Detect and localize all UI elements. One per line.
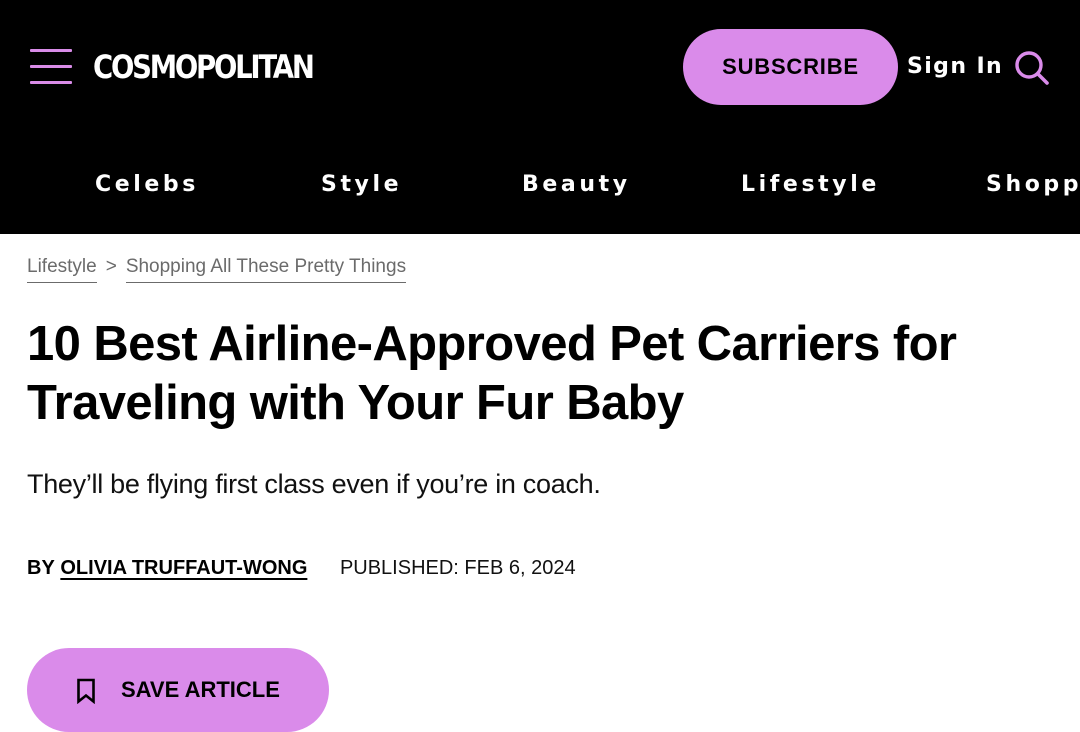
nav-item-celebs[interactable]: Celebs bbox=[95, 168, 199, 202]
breadcrumb-shopping[interactable]: Shopping All These Pretty Things bbox=[125, 255, 407, 283]
sign-in-link[interactable]: Sign In bbox=[907, 52, 1003, 82]
nav-item-style[interactable]: Style bbox=[321, 168, 402, 202]
byline-prefix: BY bbox=[27, 557, 55, 579]
subscribe-button[interactable]: SUBSCRIBE bbox=[683, 29, 898, 105]
site-logo[interactable]: COSMOPOLITAN bbox=[93, 47, 315, 87]
nav-item-lifestyle[interactable]: Lifestyle bbox=[741, 168, 880, 202]
hamburger-menu-icon[interactable] bbox=[30, 46, 72, 86]
site-header: COSMOPOLITAN SUBSCRIBE Sign In Celebs St… bbox=[0, 0, 1080, 234]
breadcrumb-lifestyle[interactable]: Lifestyle bbox=[27, 255, 97, 283]
byline: BY OLIVIA TRUFFAUT-WONG PUBLISHED: FEB 6… bbox=[27, 555, 576, 581]
nav-item-beauty[interactable]: Beauty bbox=[522, 168, 631, 202]
published-date: PUBLISHED: FEB 6, 2024 bbox=[339, 557, 576, 579]
author-link[interactable]: OLIVIA TRUFFAUT-WONG bbox=[60, 557, 307, 579]
breadcrumb-separator: > bbox=[105, 256, 117, 277]
main-nav: Celebs Style Beauty Lifestyle Shoppi bbox=[0, 168, 1080, 204]
bookmark-icon bbox=[76, 678, 96, 705]
breadcrumb: Lifestyle > Shopping All These Pretty Th… bbox=[27, 255, 407, 287]
save-article-button[interactable]: SAVE ARTICLE bbox=[27, 648, 329, 732]
article-title: 10 Best Airline-Approved Pet Carriers fo… bbox=[27, 317, 957, 430]
save-article-label: SAVE ARTICLE bbox=[121, 677, 280, 702]
nav-item-shopping[interactable]: Shoppi bbox=[986, 168, 1080, 202]
article-dek: They’ll be flying first class even if yo… bbox=[27, 469, 601, 499]
search-icon[interactable] bbox=[1012, 48, 1052, 88]
